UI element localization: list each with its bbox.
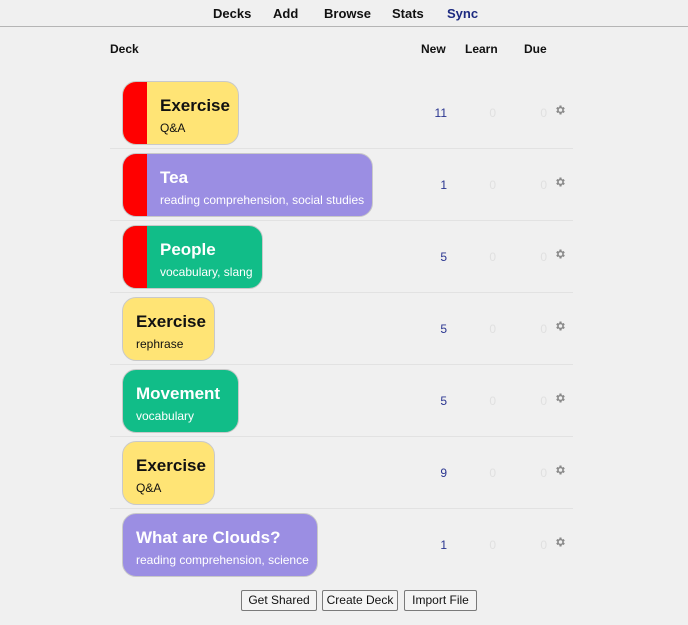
deck-row: Exercise Q&A 9 0 0 — [110, 436, 573, 509]
deck-subtitle: Q&A — [136, 481, 162, 495]
deck-flag — [123, 82, 147, 144]
deck-title: Tea — [160, 168, 189, 187]
deck-subtitle: Q&A — [160, 121, 186, 135]
gear-icon[interactable] — [554, 176, 566, 188]
deck-subtitle: vocabulary, slang — [160, 265, 253, 279]
gear-icon[interactable] — [554, 248, 566, 260]
deck-row: Tea reading comprehension, social studie… — [110, 148, 573, 221]
learn-count: 0 — [489, 106, 496, 120]
deck-flag — [123, 226, 147, 288]
deck-card[interactable]: People vocabulary, slang — [122, 225, 263, 289]
column-header-new: New — [421, 42, 446, 56]
gear-icon[interactable] — [554, 536, 566, 548]
deck-title: Movement — [136, 384, 221, 403]
gear-icon[interactable] — [554, 392, 566, 404]
new-count: 1 — [440, 178, 447, 192]
deck-row: What are Clouds? reading comprehension, … — [110, 508, 573, 580]
learn-count: 0 — [489, 466, 496, 480]
nav-add[interactable]: Add — [273, 6, 298, 21]
learn-count: 0 — [489, 178, 496, 192]
column-header-deck: Deck — [110, 42, 139, 56]
deck-title: People — [160, 240, 216, 259]
deck-card[interactable]: Movement vocabulary — [122, 369, 239, 433]
deck-card[interactable]: Exercise Q&A — [122, 441, 215, 505]
new-count: 5 — [440, 250, 447, 264]
due-count: 0 — [540, 394, 547, 408]
import-file-button[interactable]: Import File — [404, 590, 477, 611]
nav-decks[interactable]: Decks — [213, 6, 251, 21]
deck-card[interactable]: Exercise rephrase — [122, 297, 215, 361]
new-count: 5 — [440, 394, 447, 408]
gear-icon[interactable] — [554, 320, 566, 332]
due-count: 0 — [540, 466, 547, 480]
new-count: 5 — [440, 322, 447, 336]
deck-subtitle: vocabulary — [136, 409, 195, 423]
new-count: 11 — [434, 106, 447, 120]
due-count: 0 — [540, 106, 547, 120]
nav-stats[interactable]: Stats — [392, 6, 424, 21]
nav-browse[interactable]: Browse — [324, 6, 371, 21]
deck-row: Movement vocabulary 5 0 0 — [110, 364, 573, 437]
deck-title: What are Clouds? — [136, 528, 281, 547]
deck-flag — [123, 154, 147, 216]
new-count: 1 — [440, 538, 447, 552]
get-shared-button[interactable]: Get Shared — [241, 590, 317, 611]
learn-count: 0 — [489, 538, 496, 552]
learn-count: 0 — [489, 250, 496, 264]
due-count: 0 — [540, 538, 547, 552]
deck-subtitle: reading comprehension, social studies — [160, 193, 365, 207]
gear-icon[interactable] — [554, 104, 566, 116]
nav-sync[interactable]: Sync — [447, 6, 478, 21]
due-count: 0 — [540, 178, 547, 192]
deck-title: Exercise — [136, 312, 206, 331]
deck-subtitle: rephrase — [136, 337, 184, 351]
deck-card[interactable]: Tea reading comprehension, social studie… — [122, 153, 373, 217]
deck-row: People vocabulary, slang 5 0 0 — [110, 220, 573, 293]
create-deck-button[interactable]: Create Deck — [322, 590, 398, 611]
deck-row: Exercise rephrase 5 0 0 — [110, 292, 573, 365]
new-count: 9 — [440, 466, 447, 480]
learn-count: 0 — [489, 394, 496, 408]
deck-row: Exercise Q&A 11 0 0 — [110, 76, 573, 149]
deck-card[interactable]: Exercise Q&A — [122, 81, 239, 145]
deck-title: Exercise — [136, 456, 206, 475]
column-header-due: Due — [524, 42, 547, 56]
due-count: 0 — [540, 250, 547, 264]
due-count: 0 — [540, 322, 547, 336]
gear-icon[interactable] — [554, 464, 566, 476]
learn-count: 0 — [489, 322, 496, 336]
deck-card[interactable]: What are Clouds? reading comprehension, … — [122, 513, 318, 577]
top-toolbar: Decks Add Browse Stats Sync — [0, 0, 688, 27]
deck-subtitle: reading comprehension, science — [136, 553, 309, 567]
column-header-learn: Learn — [465, 42, 498, 56]
deck-title: Exercise — [160, 96, 230, 115]
